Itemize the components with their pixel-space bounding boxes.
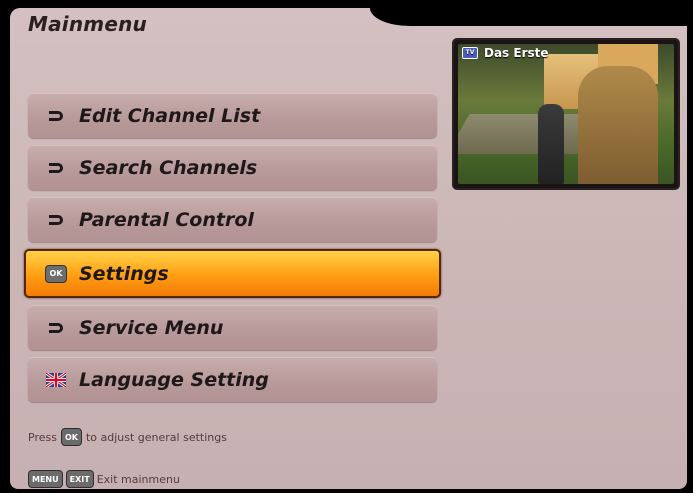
ok-button-icon: OK xyxy=(45,263,67,285)
uk-flag-icon xyxy=(45,369,67,391)
menu-item-label: Service Menu xyxy=(79,316,224,339)
menu-item-label: Language Setting xyxy=(79,368,269,391)
menu-item-label: Parental Control xyxy=(79,208,254,231)
menu-item-service-menu[interactable]: Service Menu xyxy=(28,305,437,350)
tv-icon: TV xyxy=(462,47,478,59)
panel-tab-notch xyxy=(370,8,693,26)
arrow-icon xyxy=(45,105,67,127)
exit-key-icon: EXIT xyxy=(65,470,94,488)
menu-item-search-channels[interactable]: Search Channels xyxy=(28,145,437,190)
menu-item-label: Edit Channel List xyxy=(79,104,261,127)
menu-item-language-setting[interactable]: Language Setting xyxy=(28,357,437,402)
arrow-icon xyxy=(45,157,67,179)
menu-item-label: Search Channels xyxy=(79,156,258,179)
page-title: Mainmenu xyxy=(28,12,147,36)
main-menu-list: Edit Channel List Search Channels Parent… xyxy=(24,93,441,409)
help-exit: Exit mainmenu xyxy=(96,472,180,486)
arrow-icon xyxy=(45,317,67,339)
arrow-icon xyxy=(45,209,67,231)
menu-item-label: Settings xyxy=(79,262,169,285)
channel-name: Das Erste xyxy=(484,46,549,60)
menu-item-edit-channel-list[interactable]: Edit Channel List xyxy=(28,93,437,138)
help-text-exit: MENU EXIT Exit mainmenu xyxy=(28,470,180,488)
help-adjust: to adjust general settings xyxy=(85,430,227,444)
menu-item-parental-control[interactable]: Parental Control xyxy=(28,197,437,242)
menu-item-settings[interactable]: OK Settings xyxy=(24,249,441,298)
channel-label: TV Das Erste xyxy=(462,46,549,60)
help-text-ok: Press OK to adjust general settings xyxy=(28,428,227,446)
ok-key-icon: OK xyxy=(60,428,82,446)
help-press: Press xyxy=(28,430,57,444)
tv-preview-window: TV Das Erste xyxy=(454,40,678,188)
menu-key-icon: MENU xyxy=(28,470,63,488)
tv-preview-image xyxy=(458,44,674,184)
ok-key-badge: OK xyxy=(45,264,67,283)
